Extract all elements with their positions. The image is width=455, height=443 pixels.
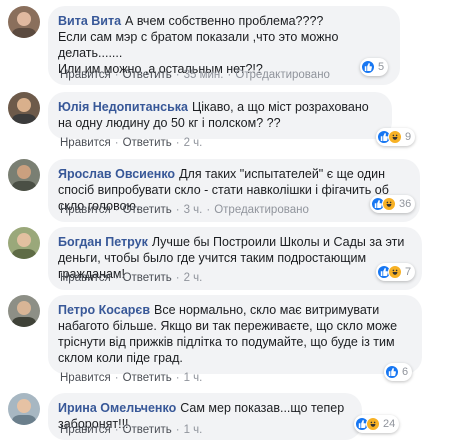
like-link[interactable]: Нравится <box>60 272 111 284</box>
avatar[interactable] <box>8 393 40 425</box>
comment-actions: Нравится · Ответить · 1 ч. <box>60 424 203 436</box>
like-link[interactable]: Нравится <box>60 372 111 384</box>
reaction-summary[interactable]: 6 <box>384 363 413 381</box>
avatar[interactable] <box>8 227 40 259</box>
edited-label: Отредактировано <box>235 69 330 81</box>
comment-actions: Нравится · Ответить · 1 ч. <box>60 372 203 384</box>
like-link[interactable]: Нравится <box>60 137 111 149</box>
reply-link[interactable]: Ответить <box>123 69 172 81</box>
timestamp[interactable]: 3 ч. <box>184 204 203 216</box>
like-link[interactable]: Нравится <box>60 69 111 81</box>
reply-link[interactable]: Ответить <box>123 204 172 216</box>
timestamp[interactable]: 2 ч. <box>184 272 203 284</box>
timestamp[interactable]: 35 мин. <box>184 69 224 81</box>
reaction-count: 5 <box>378 61 385 73</box>
avatar[interactable] <box>8 6 40 38</box>
reply-link[interactable]: Ответить <box>123 137 172 149</box>
reply-link[interactable]: Ответить <box>123 372 172 384</box>
avatar[interactable] <box>8 295 40 327</box>
haha-icon <box>388 265 402 279</box>
reaction-count: 36 <box>399 198 412 210</box>
like-icon <box>385 365 399 379</box>
reaction-count: 24 <box>383 418 396 430</box>
reaction-summary[interactable]: 24 <box>354 415 400 433</box>
reply-link[interactable]: Ответить <box>123 424 172 436</box>
haha-icon <box>366 417 380 431</box>
comment-bubble: Юлія Недопитанська Цікаво, а що міст розр… <box>48 92 392 139</box>
reaction-summary[interactable]: 5 <box>360 58 389 76</box>
author-name[interactable]: Вита Вита <box>58 14 121 28</box>
reaction-summary[interactable]: 36 <box>370 195 416 213</box>
reaction-count: 7 <box>405 266 412 278</box>
comment-actions: Нравится · Ответить · 35 мин. · Отредактирован… <box>60 69 330 81</box>
haha-icon <box>382 197 396 211</box>
timestamp[interactable]: 1 ч. <box>184 424 203 436</box>
reaction-summary[interactable]: 9 <box>376 128 416 146</box>
author-name[interactable]: Юлія Недопитанська <box>58 100 188 114</box>
avatar[interactable] <box>8 92 40 124</box>
like-link[interactable]: Нравится <box>60 424 111 436</box>
comment-actions: Нравится · Ответить · 2 ч. <box>60 272 203 284</box>
reply-link[interactable]: Ответить <box>123 272 172 284</box>
like-icon <box>361 60 375 74</box>
timestamp[interactable]: 2 ч. <box>184 137 203 149</box>
comment-actions: Нравится · Ответить · 2 ч. <box>60 137 203 149</box>
author-name[interactable]: Петро Косарєв <box>58 303 150 317</box>
like-link[interactable]: Нравится <box>60 204 111 216</box>
timestamp[interactable]: 1 ч. <box>184 372 203 384</box>
author-name[interactable]: Богдан Петрук <box>58 235 148 249</box>
comment-bubble: Петро Косарєв Все нормально, скло має вит… <box>48 295 422 374</box>
haha-icon <box>388 130 402 144</box>
author-name[interactable]: Ирина Омельченко <box>58 401 176 415</box>
avatar[interactable] <box>8 159 40 191</box>
reaction-count: 9 <box>405 131 412 143</box>
edited-label: Отредактировано <box>214 204 309 216</box>
author-name[interactable]: Ярослав Овсиенко <box>58 167 175 181</box>
comment-actions: Нравится · Ответить · 3 ч. · Отредактировано <box>60 204 309 216</box>
reaction-count: 6 <box>402 366 409 378</box>
reaction-summary[interactable]: 7 <box>376 263 416 281</box>
